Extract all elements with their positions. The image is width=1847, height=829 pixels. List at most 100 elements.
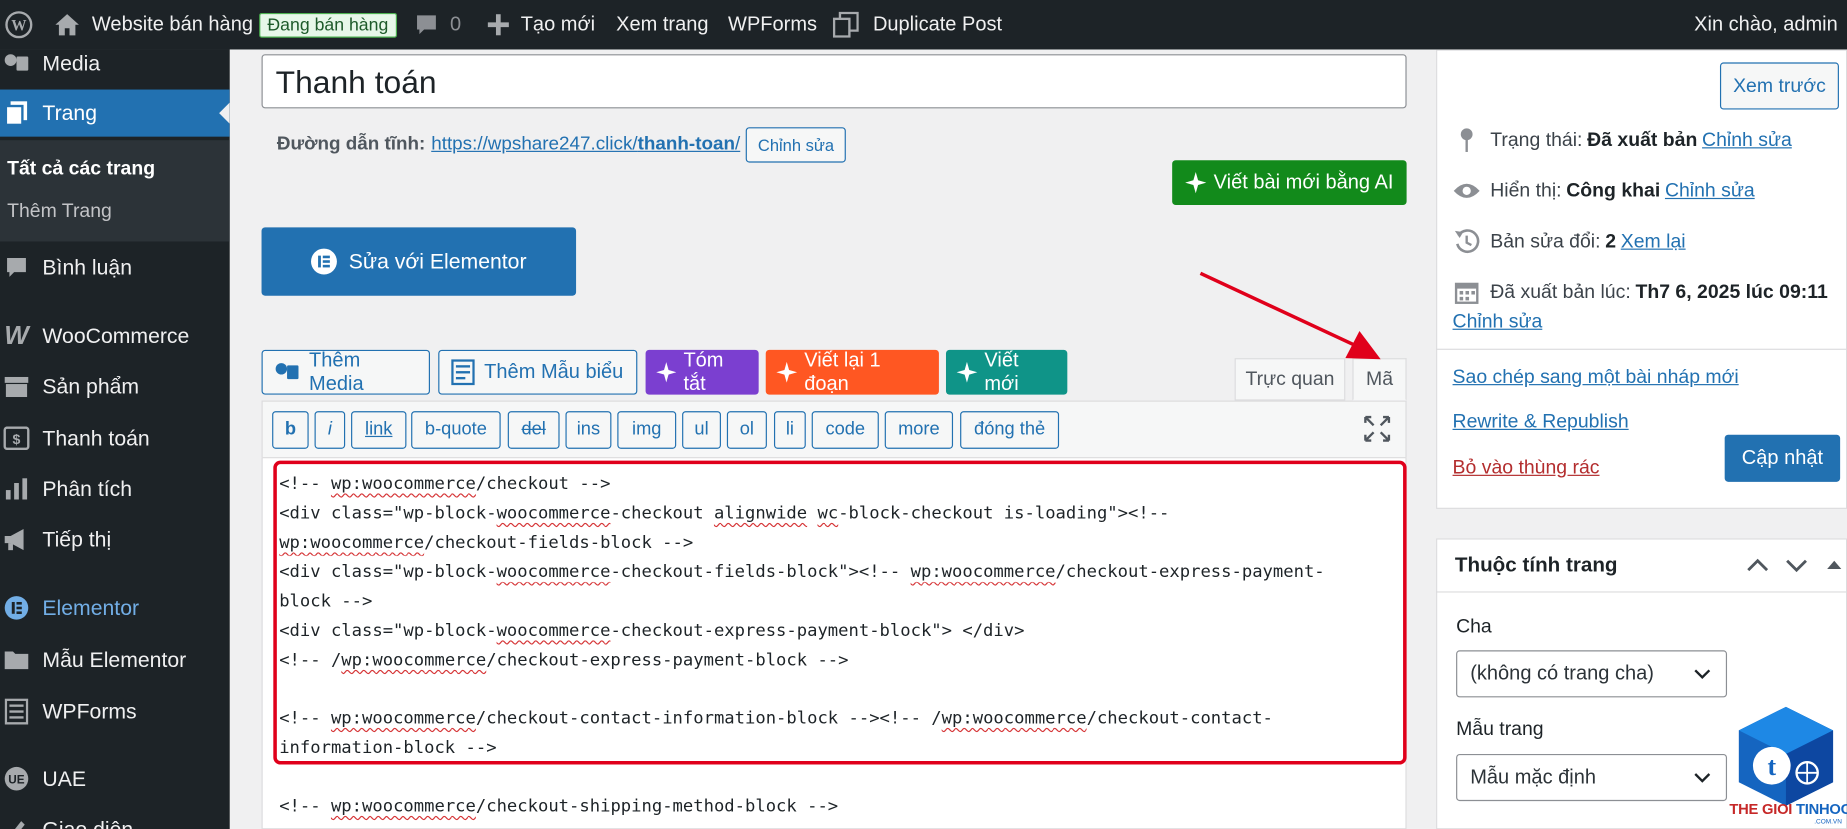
visibility-edit-link[interactable]: Chỉnh sửa bbox=[1665, 180, 1755, 202]
parent-page-value: (không có trang cha) bbox=[1470, 662, 1654, 685]
qt-img-button[interactable]: img bbox=[617, 411, 677, 449]
status-row: Trạng thái: Đã xuất bản Chỉnh sửa bbox=[1453, 126, 1792, 154]
status-value: Đã xuất bản bbox=[1587, 128, 1698, 151]
rewrite-republish-link[interactable]: Rewrite & Republish bbox=[1453, 411, 1629, 433]
copy-to-draft-link[interactable]: Sao chép sang một bài nháp mới bbox=[1453, 366, 1739, 388]
account-menu[interactable]: Xin chào, admin bbox=[1694, 0, 1838, 49]
products-icon bbox=[2, 372, 30, 400]
qt-ins-button[interactable]: ins bbox=[565, 411, 612, 449]
sidebar-item-elementor-templates[interactable]: Mẫu Elementor bbox=[0, 636, 230, 683]
permalink-label: Đường dẫn tĩnh: bbox=[276, 134, 426, 155]
home-icon bbox=[54, 13, 80, 37]
sidebar-item-pages[interactable]: Trang bbox=[0, 89, 230, 137]
sidebar-item-elementor[interactable]: Elementor bbox=[0, 584, 230, 631]
status-label: Trạng thái: bbox=[1490, 128, 1583, 151]
collapse-toggle-icon[interactable] bbox=[1825, 553, 1844, 579]
sidebar-item-uae[interactable]: UE UAE bbox=[0, 755, 230, 802]
watermark-brand: THE GIOI TINHOC bbox=[1729, 801, 1847, 817]
code-editor-textarea[interactable]: <!-- wp:woocommerce/checkout --> <div cl… bbox=[261, 457, 1407, 829]
status-edit-link[interactable]: Chỉnh sửa bbox=[1702, 129, 1792, 151]
ai-rewrite-paragraph-button[interactable]: Viết lại 1 đoạn bbox=[765, 348, 939, 395]
sidebar-item-products[interactable]: Sản phẩm bbox=[0, 363, 230, 410]
template-icon bbox=[451, 359, 475, 386]
comments-count: 0 bbox=[450, 12, 462, 36]
qt-ul-button[interactable]: ul bbox=[682, 411, 721, 449]
sidebar-item-payments[interactable]: $ Thanh toán bbox=[0, 415, 230, 462]
sparkle-icon bbox=[656, 362, 677, 383]
sidebar-item-woocommerce[interactable]: W WooCommerce bbox=[0, 312, 230, 359]
qt-close-tags-button[interactable]: đóng thẻ bbox=[960, 411, 1060, 449]
wpforms-icon bbox=[2, 697, 30, 725]
qt-link-button[interactable]: link bbox=[351, 411, 407, 449]
qt-code-button[interactable]: code bbox=[811, 411, 879, 449]
sidebar-label: Trang bbox=[42, 100, 98, 125]
pin-icon bbox=[1453, 126, 1481, 154]
preview-button[interactable]: Xem trước bbox=[1719, 62, 1839, 110]
code-line: <div class="wp-block-woocommerce-checkou… bbox=[279, 620, 1025, 641]
revisions-value: 2 bbox=[1605, 230, 1617, 252]
svg-text:W: W bbox=[11, 18, 27, 35]
ai-write-new-post-button[interactable]: Viết bài mới bằng AI bbox=[1172, 160, 1407, 205]
new-content-link[interactable]: Tạo mới bbox=[487, 0, 596, 49]
plus-icon bbox=[487, 14, 509, 36]
visibility-label: Hiển thị: bbox=[1490, 179, 1562, 201]
move-down-icon[interactable] bbox=[1784, 553, 1810, 579]
sidebar-label: Sản phẩm bbox=[42, 374, 140, 398]
new-label: Tạo mới bbox=[520, 12, 596, 36]
duplicate-post-link[interactable]: Duplicate Post bbox=[832, 0, 1002, 49]
ai-summary-button[interactable]: Tóm tắt bbox=[645, 349, 759, 395]
permalink-url[interactable]: https://wpshare247.click/thanh-toan/ bbox=[431, 134, 740, 155]
page-template-select[interactable]: Mẫu mặc định bbox=[1456, 753, 1728, 802]
post-title-input[interactable]: Thanh toán bbox=[261, 54, 1407, 109]
edit-with-elementor-button[interactable]: Sửa với Elementor bbox=[261, 227, 577, 296]
sidebar-item-marketing[interactable]: Tiếp thị bbox=[0, 516, 230, 563]
qt-li-button[interactable]: li bbox=[773, 411, 806, 449]
parent-page-select[interactable]: (không có trang cha) bbox=[1456, 650, 1728, 698]
pages-submenu: Tất cả các trang Thêm Trang bbox=[0, 140, 230, 242]
sidebar-item-wpforms[interactable]: WPForms bbox=[0, 688, 230, 735]
sidebar-item-comments[interactable]: Bình luận bbox=[0, 244, 230, 291]
site-home-link[interactable]: Website bán hàng bbox=[54, 0, 253, 49]
add-media-button[interactable]: Thêm Media bbox=[261, 349, 430, 395]
wpforms-label: WPForms bbox=[728, 12, 818, 36]
submenu-add-page[interactable]: Thêm Trang bbox=[7, 200, 112, 222]
sidebar-item-appearance[interactable]: Giao diện bbox=[0, 806, 230, 829]
qt-italic-button[interactable]: i bbox=[314, 411, 346, 449]
ai-write-new-button[interactable]: Viết mới bbox=[945, 349, 1068, 395]
ai-rewrite-label: Viết lại 1 đoạn bbox=[804, 348, 881, 395]
admin-sidebar: Media Trang Tất cả các trang Thêm Trang … bbox=[0, 49, 230, 829]
revisions-browse-link[interactable]: Xem lại bbox=[1621, 230, 1686, 252]
qt-del-button[interactable]: del bbox=[507, 411, 560, 449]
qt-blockquote-button[interactable]: b-quote bbox=[411, 411, 501, 449]
chevron-down-icon bbox=[1694, 773, 1711, 783]
wordpress-logo-icon[interactable]: W bbox=[5, 0, 33, 49]
submenu-all-pages[interactable]: Tất cả các trang bbox=[7, 158, 155, 180]
wpforms-link[interactable]: WPForms bbox=[728, 0, 817, 49]
move-up-icon[interactable] bbox=[1745, 553, 1771, 579]
sidebar-label: Thanh toán bbox=[42, 425, 150, 450]
permalink-edit-button[interactable]: Chỉnh sửa bbox=[746, 127, 846, 163]
view-page-link[interactable]: Xem trang bbox=[616, 0, 708, 49]
qt-bold-button[interactable]: b bbox=[272, 411, 309, 449]
comment-bubble-icon bbox=[415, 13, 439, 37]
watermark-brand-main: THE GIOI bbox=[1729, 801, 1797, 818]
comments-link[interactable]: 0 bbox=[415, 0, 461, 49]
update-button[interactable]: Cập nhật bbox=[1724, 434, 1841, 482]
status-badge-label: Đang bán hàng bbox=[259, 12, 397, 38]
parent-label: Cha bbox=[1456, 616, 1492, 638]
analytics-icon bbox=[2, 475, 30, 503]
elementor-edit-label: Sửa với Elementor bbox=[348, 249, 527, 273]
fullscreen-icon[interactable] bbox=[1363, 415, 1391, 443]
move-to-trash-link[interactable]: Bỏ vào thùng rác bbox=[1453, 457, 1600, 479]
elementor-icon bbox=[311, 248, 337, 275]
revisions-row: Bản sửa đổi: 2 Xem lại bbox=[1453, 227, 1686, 255]
sidebar-item-analytics[interactable]: Phân tích bbox=[0, 465, 230, 512]
sidebar-item-media[interactable]: Media bbox=[0, 49, 230, 87]
qt-more-button[interactable]: more bbox=[884, 411, 954, 449]
visibility-value: Công khai bbox=[1566, 179, 1661, 201]
add-template-button[interactable]: Thêm Mẫu biểu bbox=[438, 349, 638, 395]
store-status-badge[interactable]: Đang bán hàng bbox=[259, 0, 397, 49]
sparkle-icon bbox=[1185, 171, 1207, 194]
qt-ol-button[interactable]: ol bbox=[726, 411, 767, 449]
published-edit-link[interactable]: Chỉnh sửa bbox=[1453, 311, 1543, 333]
